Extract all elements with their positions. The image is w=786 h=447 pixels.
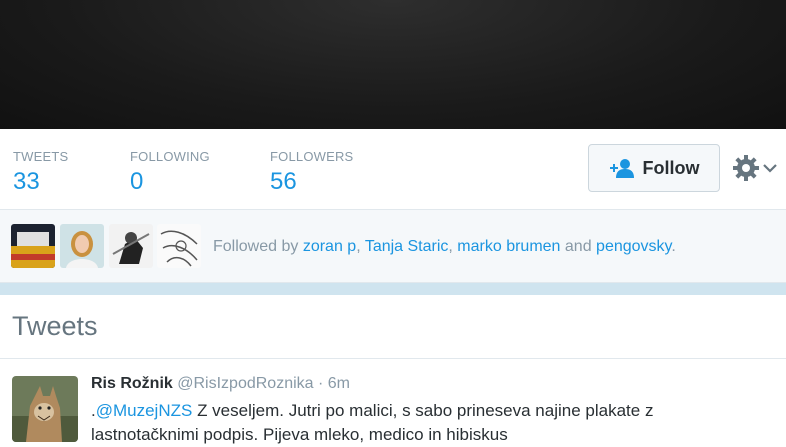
follow-button-label: Follow — [642, 157, 700, 178]
tweets-heading: Tweets — [12, 311, 98, 341]
follower-avatar[interactable] — [109, 224, 153, 268]
tweet-meta: Ris Rožnik @RisIzpodRoznika · 6m — [91, 375, 350, 393]
stat-tweets-value: 33 — [13, 168, 40, 195]
followed-by-prefix: Followed by — [213, 238, 299, 255]
profile-header-banner — [0, 0, 786, 129]
follower-link[interactable]: marko brumen — [457, 238, 560, 255]
follower-avatar[interactable] — [11, 224, 55, 268]
stat-followers[interactable]: FOLLOWERS 56 — [270, 149, 353, 196]
follower-avatar[interactable] — [157, 224, 201, 268]
tweet-text: .@MuzejNZS Z veseljem. Jutri po malici, … — [91, 399, 771, 447]
tweet-text-line1: Z veseljem. Jutri po malici, s sabo prin… — [192, 401, 654, 420]
follower-link[interactable]: zoran p — [303, 238, 356, 255]
tweet-avatar[interactable] — [12, 376, 78, 442]
tweet-meta-separator: · — [318, 375, 324, 392]
stat-following-value: 0 — [130, 168, 144, 195]
stat-tweets[interactable]: TWEETS 33 — [13, 149, 68, 196]
followed-by-conjunction: and — [560, 238, 597, 255]
followed-by-separator: , — [448, 238, 458, 255]
tweet-text-line2: lastnotačknimi podpis. Pijeva mleko, med… — [91, 425, 508, 444]
stat-followers-label: FOLLOWERS — [270, 149, 354, 164]
follower-link[interactable]: Tanja Staric — [365, 238, 449, 255]
chevron-down-icon — [763, 164, 777, 173]
follower-avatar[interactable] — [60, 224, 104, 268]
tweet-mention-link[interactable]: @MuzejNZS — [96, 401, 193, 420]
followed-by-text: Followed by zoran p, Tanja Staric, marko… — [213, 238, 676, 256]
tweet-author-handle[interactable]: @RisIzpodRoznika — [177, 375, 313, 392]
add-person-icon — [609, 159, 634, 178]
stat-following-label: FOLLOWING — [130, 149, 210, 164]
gear-icon — [733, 155, 759, 181]
follow-button[interactable]: Follow — [588, 144, 720, 192]
tweets-header: Tweets — [0, 296, 786, 359]
tweet-author-name[interactable]: Ris Rožnik — [91, 375, 173, 392]
tweet-timestamp[interactable]: 6m — [328, 375, 350, 392]
followed-by-section: Followed by zoran p, Tanja Staric, marko… — [0, 210, 786, 283]
settings-dropdown[interactable] — [732, 153, 784, 183]
tweet-item[interactable]: Ris Rožnik @RisIzpodRoznika · 6m .@Muzej… — [0, 359, 786, 444]
follower-link[interactable]: pengovsky — [596, 238, 671, 255]
section-divider — [0, 283, 786, 295]
stat-tweets-label: TWEETS — [13, 149, 69, 164]
followed-by-suffix: . — [671, 238, 676, 255]
profile-nav: TWEETS 33 FOLLOWING 0 FOLLOWERS 56 Follo… — [0, 129, 786, 210]
stat-followers-value: 56 — [270, 168, 297, 195]
followed-by-separator: , — [356, 238, 365, 255]
stat-following[interactable]: FOLLOWING 0 — [130, 149, 210, 196]
